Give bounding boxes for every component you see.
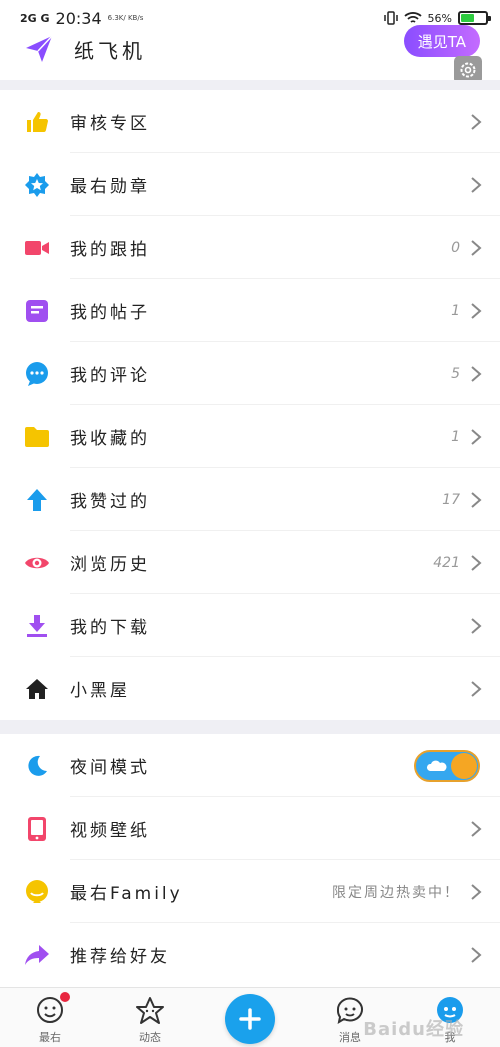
publish-button[interactable]: [225, 994, 275, 1044]
meet-ta-button[interactable]: 遇见TA: [403, 25, 480, 57]
menu-item-medals[interactable]: 最右勋章: [0, 153, 500, 216]
menu-label: 最右勋章: [70, 177, 150, 197]
thumbs-up-icon: [24, 109, 50, 135]
menu-label: 我的跟拍: [70, 240, 150, 260]
eye-icon: [24, 550, 50, 576]
toggle-sun-knob: [451, 752, 477, 779]
menu-label: 小黑屋: [70, 681, 130, 701]
phone-icon: [24, 816, 50, 842]
chevron-right-icon: [471, 820, 482, 837]
menu-label: 视频壁纸: [70, 821, 150, 841]
item-count: 0: [451, 239, 460, 256]
menu-item-zuiyou-family[interactable]: 最右Family 限定周边热卖中！: [0, 860, 500, 923]
menu-item-review-zone[interactable]: 审核专区: [0, 90, 500, 153]
message-face-icon: [336, 997, 363, 1025]
gear-icon: [460, 62, 476, 78]
chevron-right-icon: [471, 491, 482, 508]
menu-label: 最右Family: [70, 884, 183, 904]
star-face-icon: [136, 997, 164, 1024]
menu-item-my-follow-shots[interactable]: 我的跟拍 0: [0, 216, 500, 279]
menu-label: 夜间模式: [70, 758, 150, 778]
arrow-up-icon: [24, 487, 50, 513]
menu-label: 浏览历史: [70, 555, 150, 575]
item-count: 17: [442, 491, 460, 508]
star-badge-icon: [24, 172, 50, 198]
moon-icon: [24, 753, 50, 779]
family-mascot-icon: [24, 879, 50, 905]
menu-item-recommend-to-friends[interactable]: 推荐给好友: [0, 923, 500, 986]
menu-label: 我的下载: [70, 618, 150, 638]
menu-item-my-favorites[interactable]: 我收藏的 1: [0, 405, 500, 468]
menu-item-black-room[interactable]: 小黑屋: [0, 657, 500, 720]
chevron-right-icon: [471, 883, 482, 900]
chevron-right-icon: [471, 554, 482, 571]
night-mode-toggle[interactable]: [414, 749, 480, 782]
post-icon: [24, 298, 50, 324]
notification-dot: [60, 992, 70, 1002]
house-icon: [24, 676, 50, 702]
menu-item-my-comments[interactable]: 我的评论 5: [0, 342, 500, 405]
chevron-right-icon: [471, 113, 482, 130]
cloud-icon: [426, 760, 447, 771]
chevron-right-icon: [471, 302, 482, 319]
app-name: 纸飞机: [74, 38, 146, 63]
chevron-right-icon: [471, 946, 482, 963]
menu-group-settings: 夜间模式 视频壁纸 最右Family 限定周边热卖中！ 推荐给好友: [0, 734, 500, 986]
item-count: 5: [451, 365, 460, 382]
nav-label: 动态: [139, 1031, 161, 1044]
plus-icon: [239, 1008, 261, 1030]
nav-tab-feed[interactable]: 动态: [100, 988, 200, 1045]
download-icon: [24, 613, 50, 639]
section-divider: [0, 80, 500, 90]
nav-tab-zuiyou[interactable]: 最右: [0, 988, 100, 1045]
menu-item-my-likes[interactable]: 我赞过的 17: [0, 468, 500, 531]
item-count: 1: [451, 428, 460, 445]
section-divider: [0, 720, 500, 734]
chevron-right-icon: [471, 365, 482, 382]
menu-item-browse-history[interactable]: 浏览历史 421: [0, 531, 500, 594]
paper-plane-icon: [26, 35, 53, 62]
comment-icon: [24, 361, 50, 387]
chevron-right-icon: [471, 428, 482, 445]
menu-label: 我赞过的: [70, 492, 150, 512]
menu-label: 推荐给好友: [70, 947, 170, 967]
menu-group-profile: 审核专区 最右勋章 我的跟拍 0 我的帖子 1 我的评论 5 我收藏的 1 我赞…: [0, 90, 500, 720]
watermark: Baidu经验: [363, 1019, 464, 1040]
share-icon: [24, 942, 50, 968]
chevron-right-icon: [471, 239, 482, 256]
chevron-right-icon: [471, 680, 482, 697]
video-camera-icon: [24, 235, 50, 261]
nav-label: 最右: [39, 1031, 61, 1044]
menu-item-my-downloads[interactable]: 我的下载: [0, 594, 500, 657]
menu-item-my-posts[interactable]: 我的帖子 1: [0, 279, 500, 342]
menu-label: 我的评论: [70, 366, 150, 386]
menu-item-video-wallpaper[interactable]: 视频壁纸: [0, 797, 500, 860]
header: 纸飞机 遇见TA: [0, 20, 500, 78]
item-count: 421: [433, 554, 460, 571]
menu-label: 审核专区: [70, 114, 150, 134]
chevron-right-icon: [471, 617, 482, 634]
folder-icon: [24, 424, 50, 450]
nav-label: 消息: [339, 1031, 361, 1044]
promo-text: 限定周边热卖中！: [332, 884, 460, 901]
menu-label: 我的帖子: [70, 303, 150, 323]
menu-item-night-mode[interactable]: 夜间模式: [0, 734, 500, 797]
menu-label: 我收藏的: [70, 429, 150, 449]
nav-tab-publish[interactable]: [200, 988, 300, 1044]
chevron-right-icon: [471, 176, 482, 193]
item-count: 1: [451, 302, 460, 319]
